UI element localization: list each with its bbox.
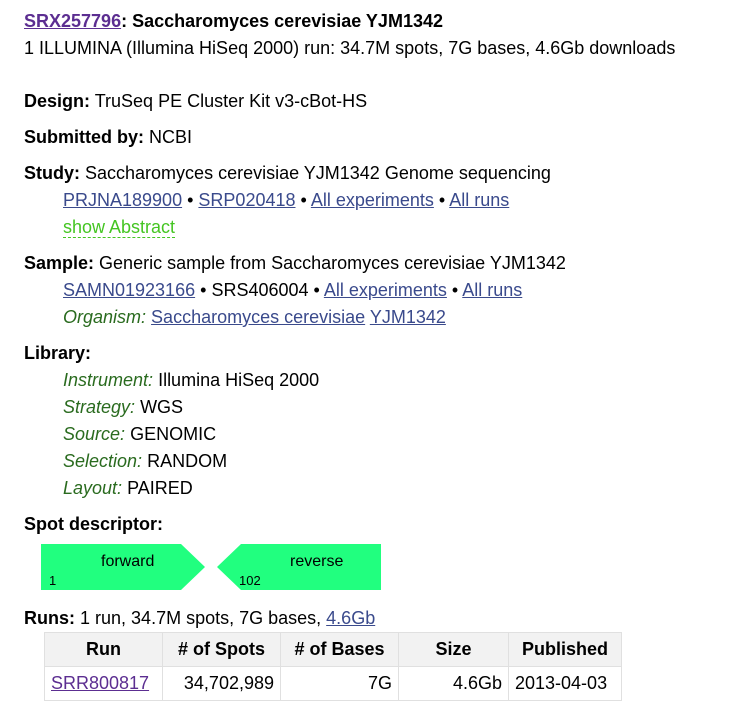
experiment-organism-title: Saccharomyces cerevisiae YJM1342 [132,11,443,31]
study-section: Study: Saccharomyces cerevisiae YJM1342 … [24,160,742,241]
sample-section: Sample: Generic sample from Saccharomyce… [24,250,742,331]
study-all-experiments-link[interactable]: All experiments [311,190,434,210]
study-value: Saccharomyces cerevisiae YJM1342 Genome … [85,163,551,183]
submitted-value: NCBI [149,127,193,147]
sample-value: Generic sample from Saccharomyces cerevi… [99,253,566,273]
sample-all-runs-link[interactable]: All runs [462,280,522,300]
reverse-label: reverse [290,553,344,570]
runs-table-header: Run # of Spots # of Bases Size Published [44,632,622,667]
design-row: Design: TruSeq PE Cluster Kit v3-cBot-HS [24,88,742,115]
separator: • [200,280,207,300]
separator: • [438,190,446,210]
design-label: Design: [24,91,91,111]
organism-label: Organism: [63,307,147,327]
forward-label: forward [101,553,155,570]
sample-label: Sample: [24,253,95,273]
run-accession-link[interactable]: SRR800817 [51,673,149,693]
run-published: 2013-04-03 [508,666,622,701]
forward-read-segment: forward 1 [41,544,205,590]
experiment-accession-link[interactable]: SRX257796 [24,11,121,31]
col-bases: # of Bases [280,632,399,667]
library-section: Library: Instrument: Illumina HiSeq 2000… [24,340,742,502]
selection-value: RANDOM [147,451,228,471]
reverse-start: 102 [239,573,261,588]
experiment-summary: 1 ILLUMINA (Illumina HiSeq 2000) run: 34… [24,38,676,58]
layout-label: Layout: [63,478,123,498]
instrument-value: Illumina HiSeq 2000 [158,370,320,390]
show-abstract-toggle[interactable]: show Abstract [63,217,176,238]
organism-strain: YJM1342 [369,307,446,327]
sample-links: SAMN01923166 • SRS406004 • All experimen… [24,277,742,304]
col-run: Run [44,632,163,667]
selection-label: Selection: [63,451,143,471]
srp-link[interactable]: SRP020418 [198,190,295,210]
submitted-row: Submitted by: NCBI [24,124,742,151]
table-row: SRR800817 34,702,989 7G 4.6Gb 2013-04-03 [44,666,622,701]
strategy-label: Strategy: [63,397,136,417]
spot-descriptor-section: Spot descriptor: forward 1 reverse 102 [24,511,742,596]
col-spots: # of Spots [162,632,281,667]
organism-row: Organism: Saccharomyces cerevisiae YJM13… [24,304,742,331]
library-label: Library: [24,343,92,363]
layout-value: PAIRED [127,478,193,498]
spot-descriptor-diagram: forward 1 reverse 102 [41,544,742,596]
runs-size-link[interactable]: 4.6Gb [326,608,375,628]
source-value: GENOMIC [130,424,217,444]
runs-summary: 1 run, 34.7M spots, 7G bases, [80,608,322,628]
runs-table: Run # of Spots # of Bases Size Published… [44,632,622,701]
srs-accession: SRS406004 [211,280,309,300]
study-links: PRJNA189900 • SRP020418 • All experiment… [24,187,742,214]
instrument-label: Instrument: [63,370,154,390]
run-spots: 34,702,989 [162,666,281,701]
biosample-link[interactable]: SAMN01923166 [63,280,195,300]
reverse-read-segment: reverse 102 [217,544,381,590]
runs-section: Runs: 1 run, 34.7M spots, 7G bases, 4.6G… [24,605,742,701]
separator: • [300,190,307,210]
submitted-label: Submitted by: [24,127,144,147]
spot-descriptor-label: Spot descriptor: [24,514,164,534]
experiment-page: SRX257796: Saccharomyces cerevisiae YJM1… [0,0,742,701]
col-published: Published [508,632,622,667]
runs-label: Runs: [24,608,75,628]
experiment-title: SRX257796: Saccharomyces cerevisiae YJM1… [24,11,443,31]
organism-link[interactable]: Saccharomyces cerevisiae [151,307,365,327]
run-bases: 7G [280,666,399,701]
separator: • [451,280,459,300]
separator: • [187,190,194,210]
design-value: TruSeq PE Cluster Kit v3-cBot-HS [94,91,368,111]
study-all-runs-link[interactable]: All runs [449,190,509,210]
col-size: Size [398,632,509,667]
sample-all-experiments-link[interactable]: All experiments [324,280,447,300]
separator: • [313,280,320,300]
bioproject-link[interactable]: PRJNA189900 [63,190,182,210]
study-label: Study: [24,163,80,183]
strategy-value: WGS [140,397,184,417]
forward-start: 1 [49,573,57,588]
source-label: Source: [63,424,126,444]
run-size: 4.6Gb [398,666,509,701]
